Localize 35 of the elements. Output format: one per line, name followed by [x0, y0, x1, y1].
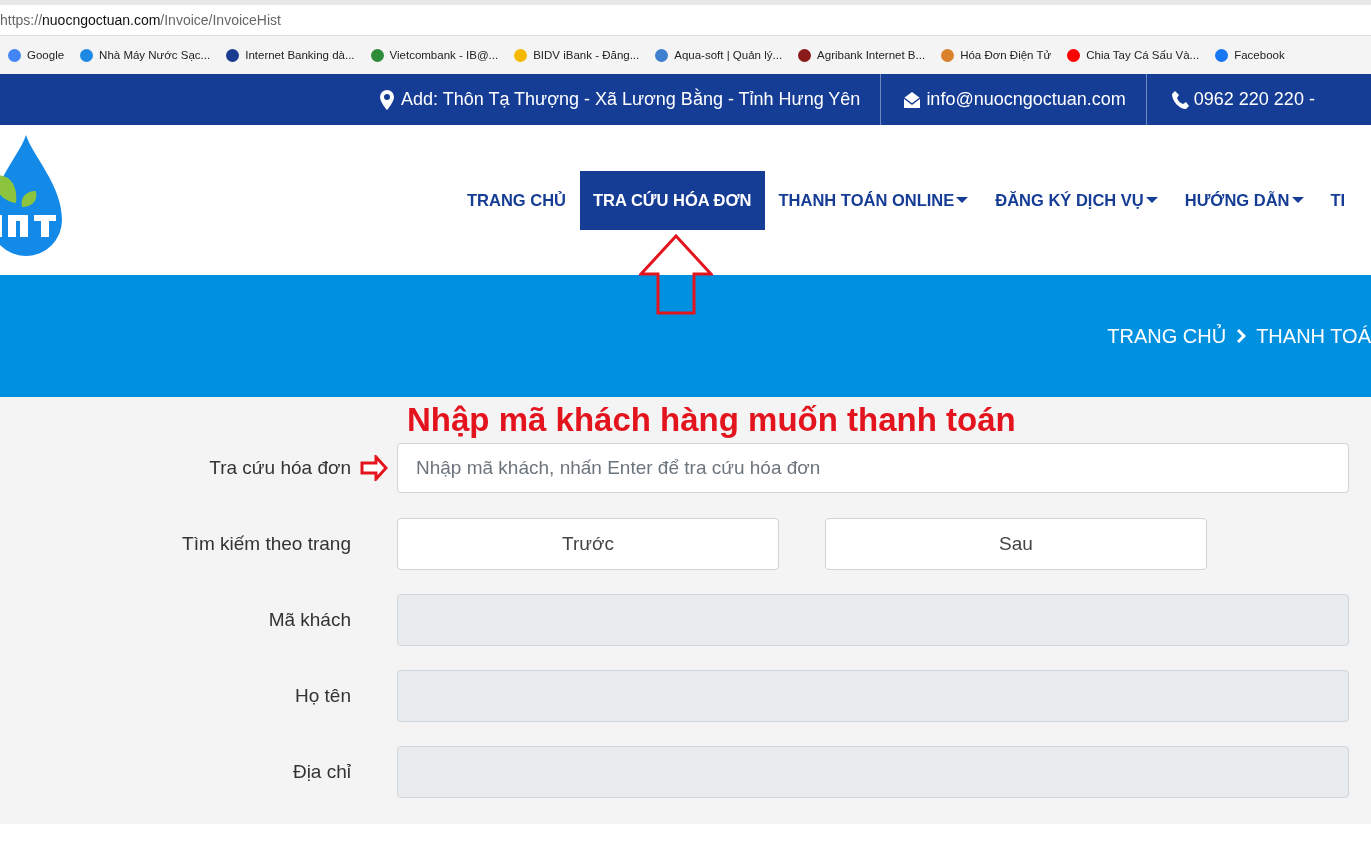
- bookmark-link[interactable]: Internet Banking dà...: [245, 49, 355, 61]
- field-label: Mã khách: [267, 609, 351, 631]
- page-button[interactable]: Trước: [397, 518, 779, 570]
- nav-menu-item[interactable]: ĐĂNG KÝ DỊCH VỤ: [982, 170, 1171, 230]
- bookmark-link[interactable]: Chia Tay Cá Sấu Và...: [1086, 49, 1200, 61]
- arrow-right-icon: [360, 455, 388, 481]
- nav-menu-item[interactable]: TRANG CHỦ: [454, 170, 579, 230]
- contact-text: info@nuocngoctuan.com: [926, 89, 1126, 110]
- map-pin-icon: [378, 89, 396, 110]
- page-button[interactable]: Sau: [825, 518, 1207, 570]
- nav-menu-item[interactable]: TI: [1317, 170, 1359, 230]
- field-label: Tra cứu hóa đơn: [208, 457, 351, 479]
- bookmark-link[interactable]: BIDV iBank - Đăng...: [533, 49, 640, 61]
- phone-icon: [1170, 89, 1189, 110]
- bookmark-link[interactable]: Nhà Máy Nước Sạc...: [99, 49, 211, 61]
- nav-menu-item[interactable]: HƯỚNG DẪN: [1171, 170, 1317, 230]
- bookmark-link[interactable]: Vietcombank - IB@...: [389, 49, 499, 61]
- bookmark-link[interactable]: Agribank Internet B...: [817, 49, 926, 61]
- envelope-icon: [903, 89, 922, 110]
- address-bar-url[interactable]: https://nuocngoctuan.com/Invoice/InvoiceHist: [0, 12, 281, 28]
- annotation-text: Nhập mã khách hàng muốn thanh toán: [407, 401, 1016, 438]
- bookmark-link[interactable]: Aqua-soft | Quản lý...: [674, 49, 783, 61]
- nav-menu-item[interactable]: THANH TOÁN ONLINE: [765, 170, 982, 230]
- bookmark-link[interactable]: Hóa Đơn Điện Tử: [960, 49, 1052, 61]
- bookmark-link[interactable]: Google: [27, 49, 65, 61]
- invoice-search-field[interactable]: Nhập mã khách, nhấn Enter để tra cứu hóa đơn: [397, 443, 1349, 493]
- field-label: Họ tên: [294, 685, 351, 707]
- bookmark-link[interactable]: Facebook: [1234, 49, 1285, 61]
- contact-text: 0962 220 220 -: [1193, 89, 1315, 110]
- contact-text: Add: Thôn Tạ Thượng - Xã Lương Bằng - Tỉnh Hưng Yên: [401, 89, 861, 110]
- field-label: Địa chỉ: [291, 761, 351, 783]
- arrow-up-icon: [639, 234, 713, 315]
- chevron-right-icon: [1236, 329, 1247, 343]
- nav-menu-item[interactable]: TRA CỨU HÓA ĐƠN: [580, 170, 765, 230]
- field-label: Tìm kiếm theo trang: [181, 533, 351, 555]
